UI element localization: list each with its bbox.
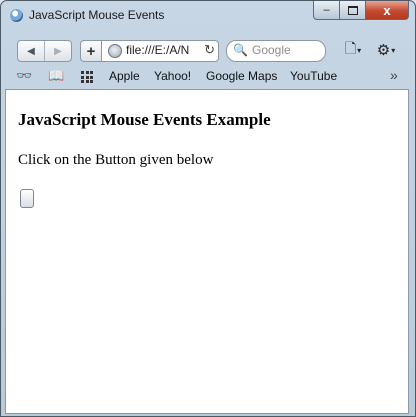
chevron-down-icon: ▾ [357,45,362,55]
reading-list-icon[interactable]: 👓 [16,68,32,84]
more-bookmarks-icon[interactable]: » [390,67,398,83]
page-menu-button[interactable]: 🗋 ▾ [341,40,365,60]
top-sites-grid-icon[interactable] [81,71,93,83]
browser-window: JavaScript Mouse Events – x ◀ ▶ + file:/… [0,0,416,417]
bookmarks-bar: 👓 📖 Apple Yahoo! Google Maps YouTube » [1,67,415,87]
forward-button[interactable]: ▶ [45,41,71,61]
settings-button[interactable]: ⚙ ▾ [372,40,400,60]
bookmark-google-maps[interactable]: Google Maps [206,69,277,83]
back-forward-group: ◀ ▶ [17,40,72,62]
browser-app-icon [10,9,23,22]
reload-icon[interactable]: ↻ [202,42,215,58]
search-icon: 🔍 [233,43,248,57]
bookmark-yahoo[interactable]: Yahoo! [154,69,191,83]
maximize-button[interactable] [340,1,366,20]
close-button[interactable]: x [366,1,409,20]
page-heading: JavaScript Mouse Events Example [18,110,271,129]
bookmark-youtube[interactable]: YouTube [290,69,337,83]
window-controls: – x [313,1,409,20]
chevron-down-icon: ▾ [391,45,396,55]
maximize-icon [347,5,358,15]
back-button[interactable]: ◀ [18,41,45,61]
bookmark-apple[interactable]: Apple [109,69,140,83]
globe-icon [108,44,122,58]
event-button[interactable] [20,189,34,208]
window-title: JavaScript Mouse Events [29,8,165,22]
bookmarks-icon[interactable]: 📖 [48,68,64,84]
gear-icon: ⚙ [376,42,391,59]
address-text[interactable]: file:///E:/A/N [126,43,189,57]
search-box[interactable]: 🔍 [226,40,326,62]
title-bar: JavaScript Mouse Events – x [1,1,415,31]
page-icon: 🗋 [344,40,357,56]
navigation-toolbar: ◀ ▶ + file:///E:/A/N ↻ 🔍 🗋▾ ⚙▾ [1,35,415,65]
add-bookmark-button[interactable]: + [80,40,101,62]
minimize-button[interactable]: – [313,1,340,20]
page-content: JavaScript Mouse Events Example Click on… [5,89,409,414]
instruction-text: Click on the Button given below [18,152,214,168]
search-input[interactable] [252,43,320,57]
address-bar[interactable]: file:///E:/A/N ↻ [101,40,219,62]
